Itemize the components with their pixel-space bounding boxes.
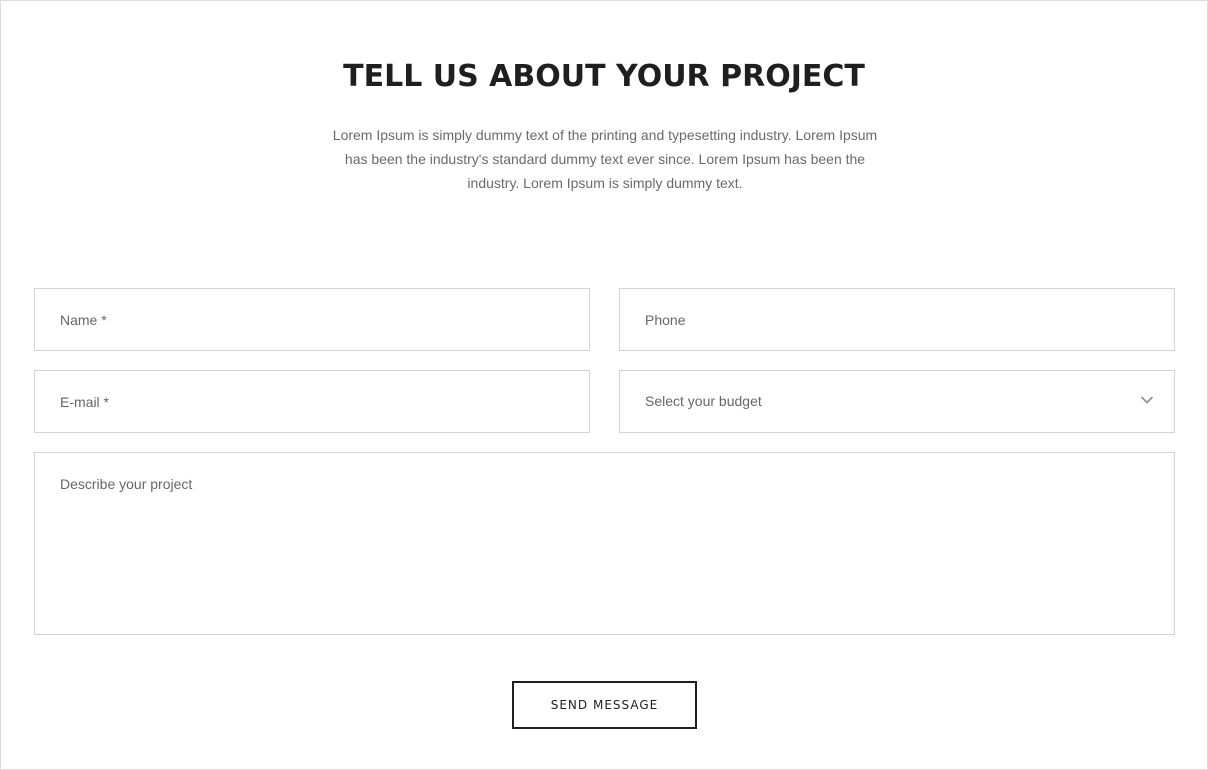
budget-select-value: Select your budget	[645, 393, 762, 409]
name-input[interactable]	[34, 288, 590, 351]
project-description-textarea[interactable]	[34, 452, 1175, 635]
section-title: TELL US ABOUT YOUR PROJECT	[343, 59, 865, 94]
section-description: Lorem Ipsum is simply dummy text of the …	[332, 127, 878, 191]
chevron-down-icon	[1141, 396, 1153, 404]
budget-select[interactable]: Select your budget	[619, 370, 1175, 433]
send-message-button[interactable]: SEND MESSAGE	[512, 681, 697, 729]
phone-input[interactable]	[619, 288, 1175, 351]
contact-section: TELL US ABOUT YOUR PROJECT Lorem Ipsum i…	[0, 0, 1208, 770]
email-input[interactable]	[34, 370, 590, 433]
